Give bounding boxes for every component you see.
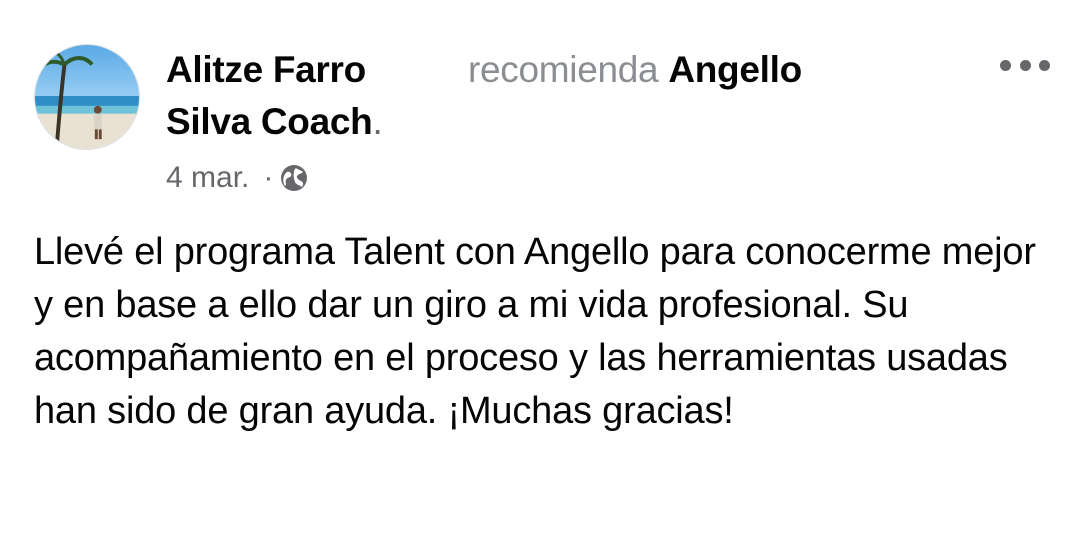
author-period: . — [372, 101, 383, 142]
more-options-icon[interactable] — [1000, 52, 1050, 78]
avatar[interactable] — [34, 44, 140, 150]
more-dot — [1039, 59, 1050, 71]
recommendation-line: recomienda Angello — [468, 44, 802, 96]
recommendation-post: Alitze Farro Silva Coach. recomienda Ang… — [0, 0, 1080, 537]
author-name[interactable]: Alitze Farro Silva Coach. — [166, 44, 406, 148]
author-name-line1[interactable]: Alitze Farro — [166, 49, 366, 90]
recommend-verb: recomienda — [468, 49, 659, 90]
post-body: Llevé el programa Talent con Angello par… — [34, 231, 1036, 432]
author-name-line2[interactable]: Silva Coach — [166, 101, 373, 142]
more-dot — [1019, 59, 1031, 71]
more-dot — [1000, 59, 1011, 71]
globe-icon[interactable] — [279, 163, 309, 193]
meta-separator: · — [263, 161, 274, 194]
avatar-image — [35, 45, 139, 149]
post-date[interactable]: 4 mar. — [166, 158, 249, 198]
recommended-page-link[interactable]: Angello — [668, 49, 802, 90]
post-meta: 4 mar. · — [166, 158, 309, 198]
